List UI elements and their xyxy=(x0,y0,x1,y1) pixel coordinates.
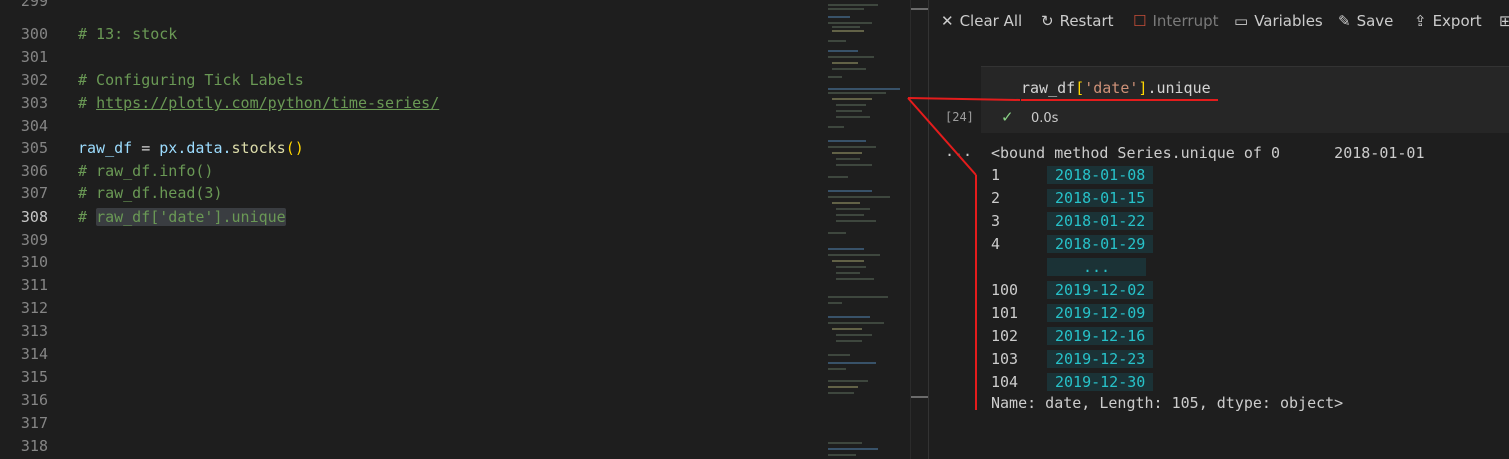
annotation-line xyxy=(907,97,977,176)
annotation-line xyxy=(907,97,1021,101)
annotation-lines xyxy=(907,97,1021,410)
